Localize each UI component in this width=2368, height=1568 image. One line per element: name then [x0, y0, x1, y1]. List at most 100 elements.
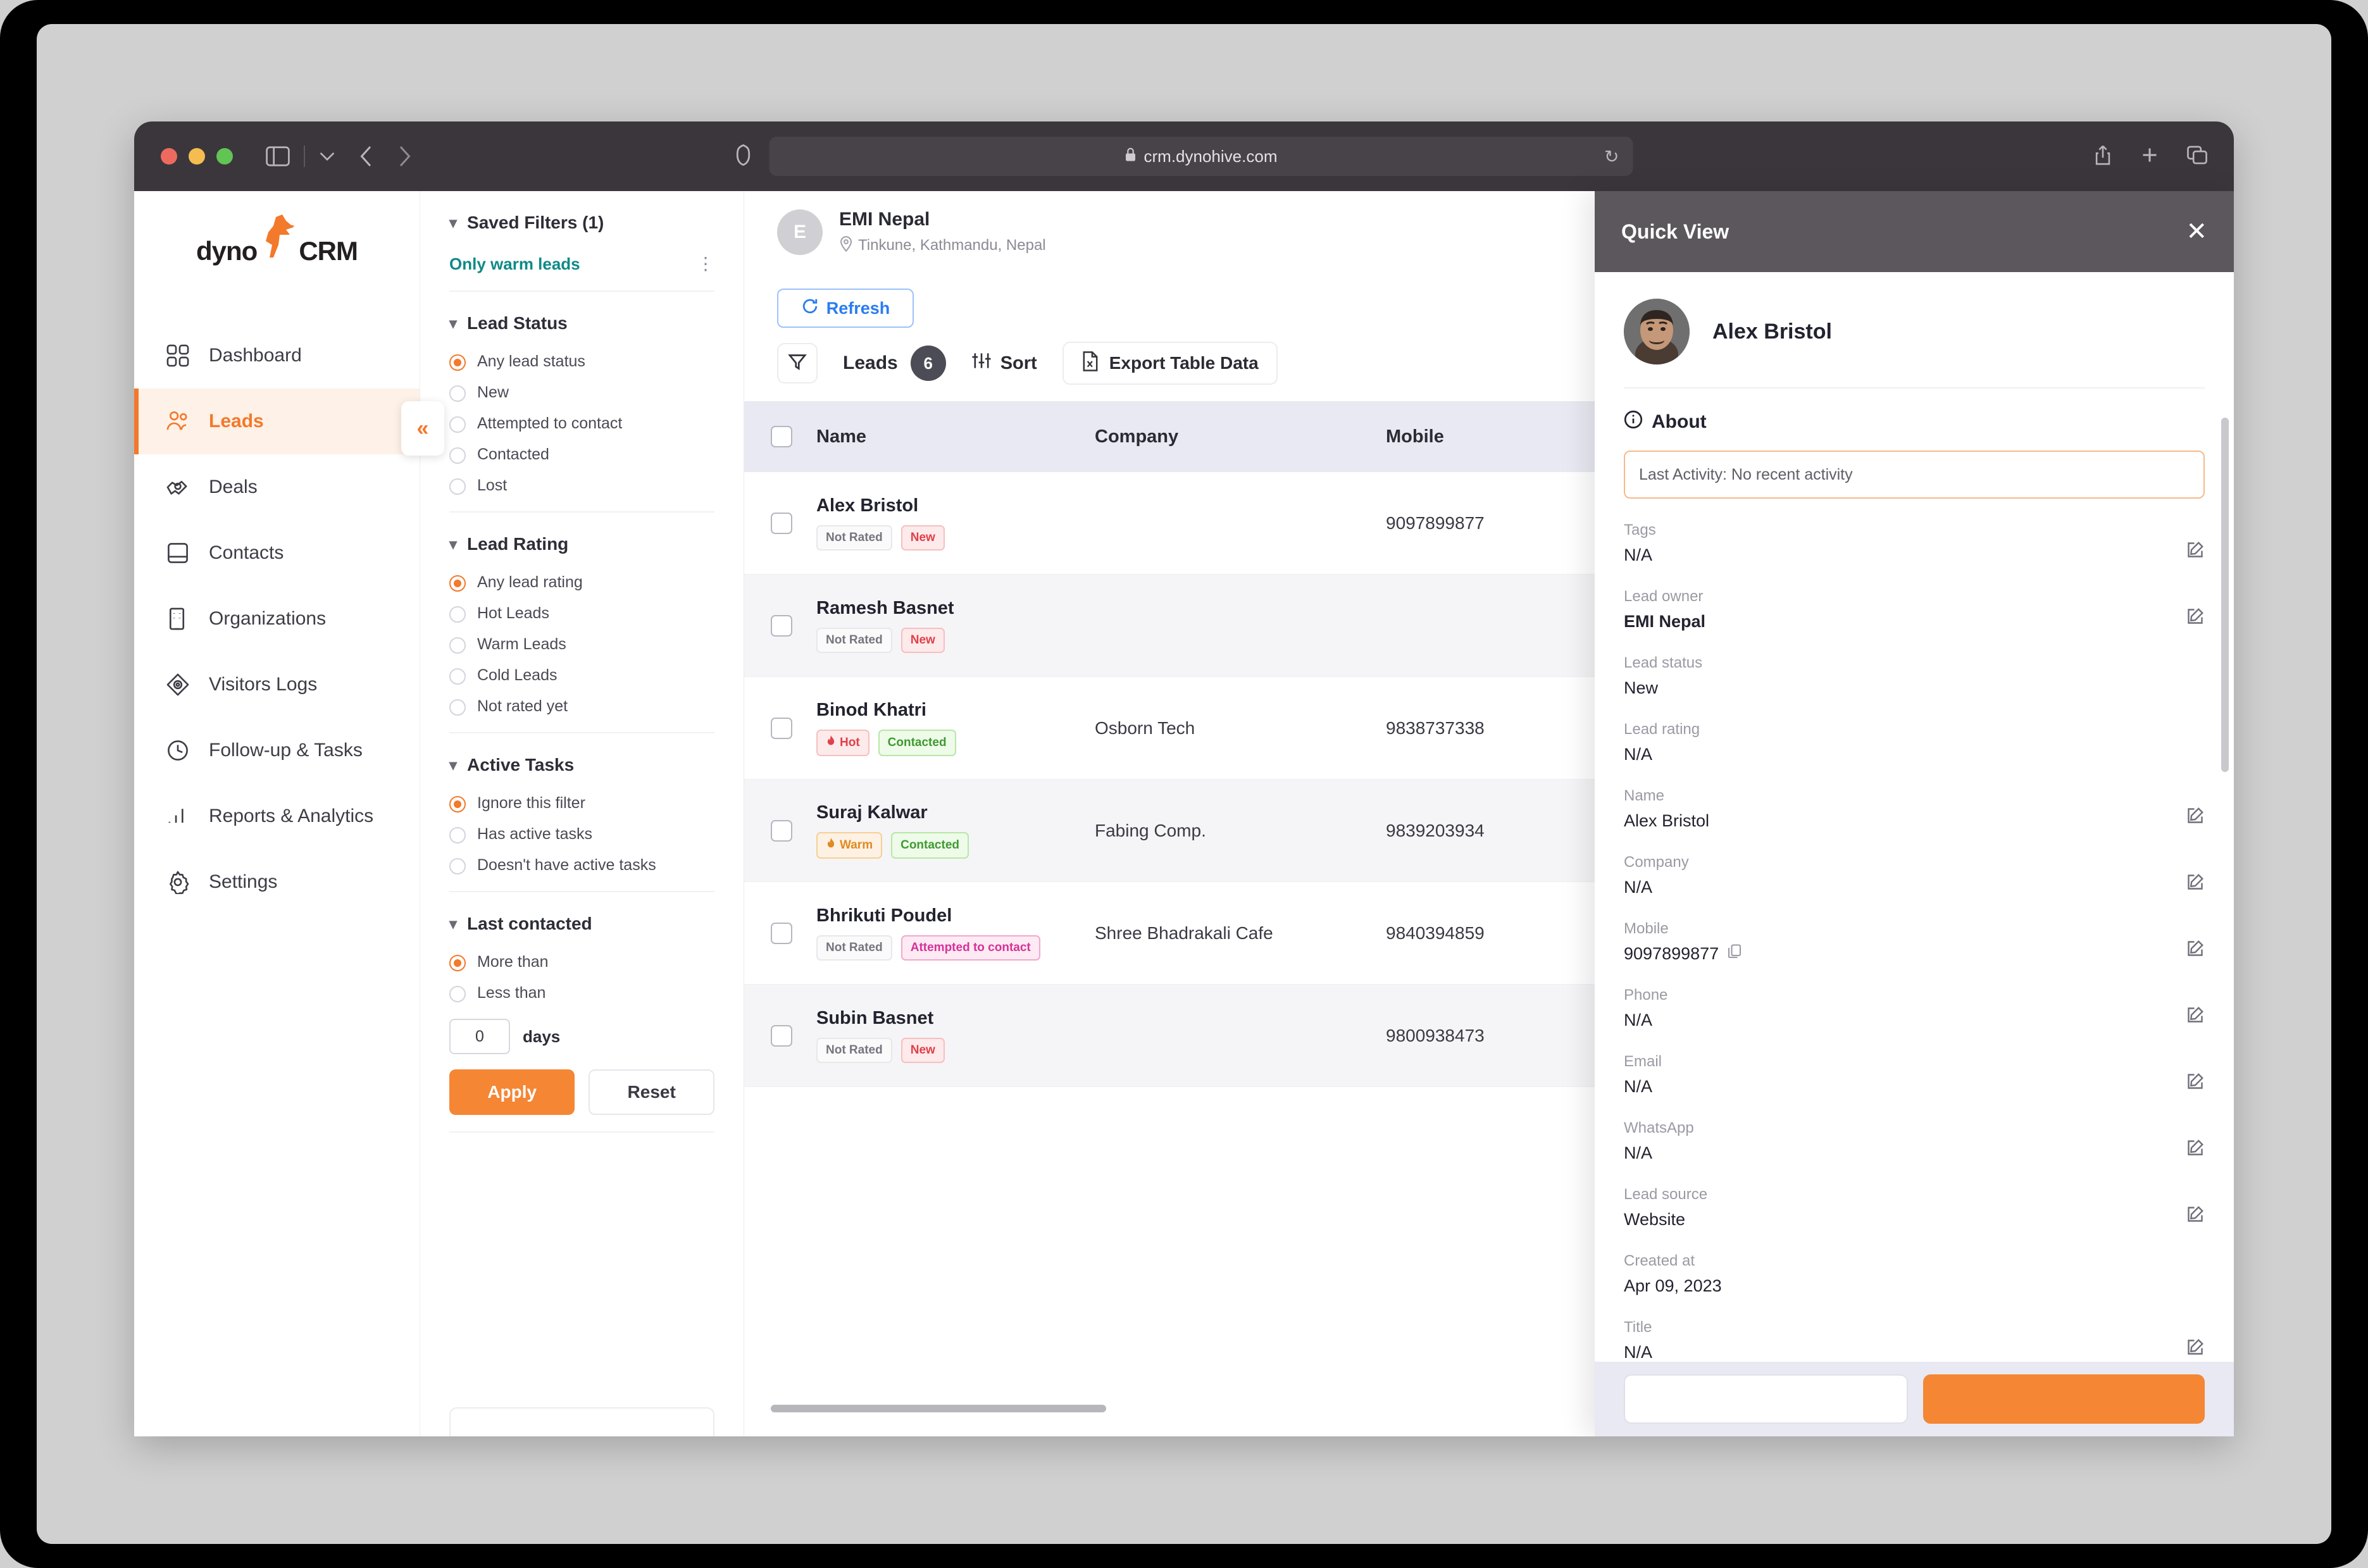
window-controls[interactable]	[161, 148, 233, 165]
row-checkbox[interactable]	[771, 922, 792, 944]
maximize-window-button[interactable]	[216, 148, 233, 165]
back-icon[interactable]	[359, 145, 373, 168]
edit-icon[interactable]	[2186, 1338, 2205, 1360]
edit-icon[interactable]	[2186, 540, 2205, 563]
quick-view-primary-button[interactable]	[1923, 1374, 2205, 1424]
chevron-down-icon: ▾	[449, 214, 458, 232]
radio-option-warm-leads[interactable]: Warm Leads	[449, 635, 714, 654]
saved-filters-title: Saved Filters (1)	[467, 213, 604, 232]
field-value: 9097899877	[1624, 944, 1719, 963]
radio-option-lost[interactable]: Lost	[449, 476, 714, 495]
copy-icon[interactable]	[1728, 944, 1742, 964]
lead-name[interactable]: Binod Khatri	[816, 700, 1095, 721]
radio-option-any-lead-status[interactable]: Any lead status	[449, 352, 714, 371]
close-window-button[interactable]	[161, 148, 177, 165]
new-tab-icon[interactable]	[2140, 146, 2159, 168]
sidebar-item-organizations[interactable]: Organizations	[134, 586, 420, 652]
lead-status-header[interactable]: ▾ Lead Status	[449, 313, 714, 333]
horizontal-scrollbar[interactable]	[771, 1405, 1106, 1412]
field-value-row: N/A	[1624, 1011, 2205, 1030]
nav-buttons[interactable]	[359, 145, 411, 168]
close-icon[interactable]: ✕	[2186, 219, 2207, 244]
field-value-row: Apr 09, 2023	[1624, 1276, 2205, 1296]
column-header-name[interactable]: Name	[816, 426, 1095, 447]
edit-icon[interactable]	[2186, 1138, 2205, 1160]
saved-filters-header[interactable]: ▾ Saved Filters (1)	[449, 213, 714, 233]
chevron-down-icon: ▾	[449, 915, 458, 933]
edit-icon[interactable]	[2186, 873, 2205, 895]
sidebar-item-deals[interactable]: Deals	[134, 454, 420, 520]
lead-name[interactable]: Bhrikuti Poudel	[816, 905, 1095, 926]
row-checkbox[interactable]	[771, 1024, 792, 1047]
field-value: New	[1624, 678, 1659, 697]
sidebar-item-reports-analytics[interactable]: Reports & Analytics	[134, 783, 420, 849]
apply-button[interactable]: Apply	[449, 1069, 575, 1115]
column-header-company[interactable]: Company	[1095, 426, 1386, 447]
edit-icon[interactable]	[2186, 1072, 2205, 1094]
saved-filter-item[interactable]: Only warm leads ⋮	[449, 254, 714, 274]
lead-name[interactable]: Suraj Kalwar	[816, 802, 1095, 823]
sidebar-item-contacts[interactable]: Contacts	[134, 520, 420, 586]
select-all-checkbox[interactable]	[771, 426, 792, 447]
radio-label: Warm Leads	[477, 635, 566, 653]
collapse-sidebar-button[interactable]: «	[401, 401, 444, 456]
share-icon[interactable]	[2093, 144, 2112, 169]
sidebar-item-follow-up-tasks[interactable]: Follow-up & Tasks	[134, 718, 420, 783]
lead-name[interactable]: Subin Basnet	[816, 1008, 1095, 1029]
export-table-data-button[interactable]: Export Table Data	[1062, 342, 1278, 385]
radio-option-cold-leads[interactable]: Cold Leads	[449, 666, 714, 685]
radio-option-more-than[interactable]: More than	[449, 953, 714, 971]
row-checkbox[interactable]	[771, 512, 792, 534]
filter-toggle-button[interactable]	[777, 343, 818, 383]
radio-option-attempted-to-contact[interactable]: Attempted to contact	[449, 414, 714, 433]
radio-option-doesn-t-have-active-tasks[interactable]: Doesn't have active tasks	[449, 856, 714, 874]
radio-option-ignore-this-filter[interactable]: Ignore this filter	[449, 794, 714, 812]
field-label: Title	[1624, 1319, 1652, 1336]
field-value-row: N/A	[1624, 1343, 2205, 1362]
reset-button[interactable]: Reset	[589, 1069, 714, 1115]
sort-button[interactable]: Sort	[971, 351, 1037, 376]
row-checkbox[interactable]	[771, 614, 792, 637]
radio-option-less-than[interactable]: Less than	[449, 984, 714, 1002]
tab-overview-icon[interactable]	[2187, 146, 2207, 168]
sidebar-item-leads[interactable]: Leads	[134, 389, 420, 454]
row-checkbox[interactable]	[771, 717, 792, 739]
shield-icon[interactable]	[735, 144, 752, 169]
radio-option-new[interactable]: New	[449, 383, 714, 402]
filter-panel-next-section[interactable]	[449, 1407, 714, 1436]
active-tasks-header[interactable]: ▾ Active Tasks	[449, 755, 714, 775]
edit-icon[interactable]	[2186, 1205, 2205, 1227]
quick-view-scrollbar[interactable]	[2221, 418, 2229, 772]
minimize-window-button[interactable]	[189, 148, 205, 165]
browser-sidebar-toggle[interactable]	[266, 146, 335, 167]
badge-new: New	[900, 1038, 945, 1063]
row-checkbox[interactable]	[771, 819, 792, 842]
radio-option-not-rated-yet[interactable]: Not rated yet	[449, 697, 714, 716]
lead-rating-header[interactable]: ▾ Lead Rating	[449, 534, 714, 554]
radio-option-any-lead-rating[interactable]: Any lead rating	[449, 573, 714, 592]
radio-option-contacted[interactable]: Contacted	[449, 445, 714, 464]
edit-icon[interactable]	[2186, 1005, 2205, 1028]
radio-option-hot-leads[interactable]: Hot Leads	[449, 604, 714, 623]
more-options-icon[interactable]: ⋮	[697, 255, 714, 273]
sidebar-item-dashboard[interactable]: Dashboard	[134, 323, 420, 389]
radio-option-has-active-tasks[interactable]: Has active tasks	[449, 825, 714, 843]
edit-icon[interactable]	[2186, 806, 2205, 828]
sidebar-item-settings[interactable]: Settings	[134, 849, 420, 915]
forward-icon[interactable]	[397, 145, 411, 168]
lead-name[interactable]: Ramesh Basnet	[816, 598, 1095, 619]
badge-contacted: Contacted	[878, 730, 956, 756]
badge-hot: Hot	[816, 730, 869, 756]
reload-icon[interactable]: ↻	[1604, 146, 1619, 167]
edit-icon[interactable]	[2186, 607, 2205, 629]
edit-icon[interactable]	[2186, 939, 2205, 961]
quick-view-secondary-button[interactable]	[1624, 1374, 1908, 1424]
brand-logo[interactable]: dyno CRM	[134, 191, 420, 311]
last-contacted-header[interactable]: ▾ Last contacted	[449, 914, 714, 934]
days-input[interactable]: 0	[449, 1019, 510, 1054]
sidebar-item-visitors-logs[interactable]: Visitors Logs	[134, 652, 420, 718]
lead-name[interactable]: Alex Bristol	[816, 495, 1095, 516]
chevron-down-icon[interactable]	[319, 151, 335, 161]
address-bar[interactable]: crm.dynohive.com ↻	[769, 137, 1633, 176]
refresh-button[interactable]: Refresh	[777, 289, 914, 328]
